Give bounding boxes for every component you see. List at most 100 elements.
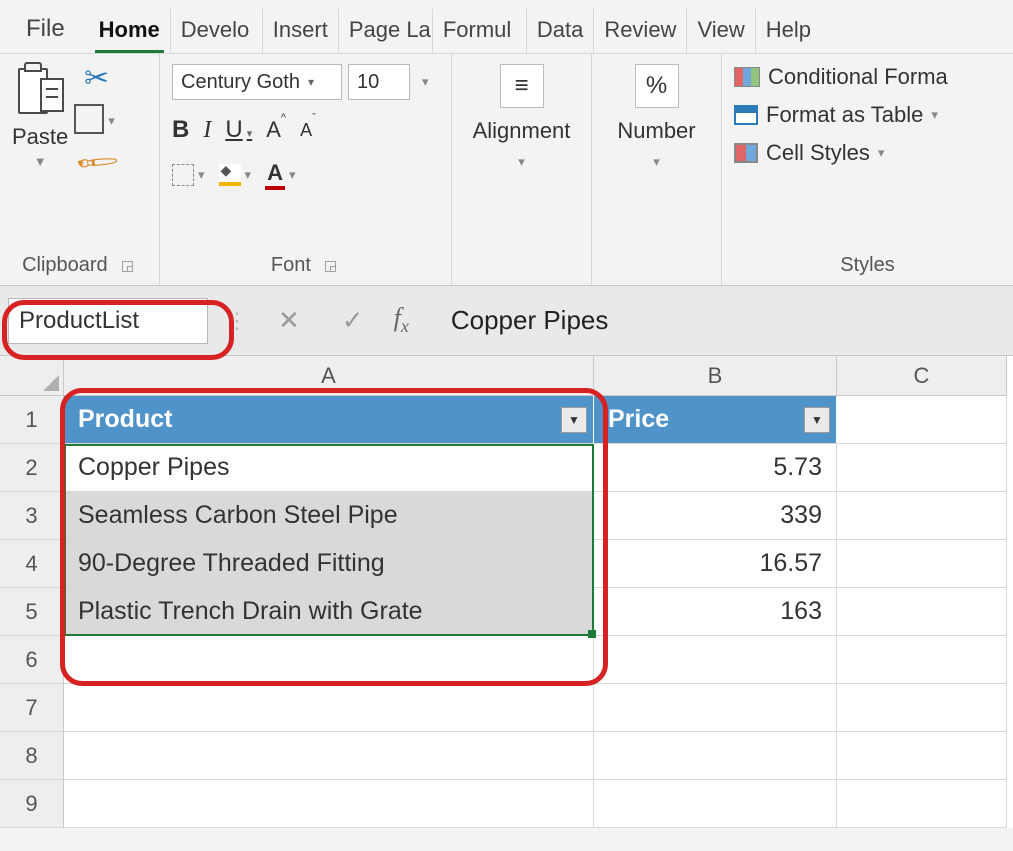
cell[interactable] — [64, 732, 594, 780]
cell[interactable]: 163 — [594, 588, 837, 636]
cell[interactable]: 339 — [594, 492, 837, 540]
fill-color-button[interactable]: ▾ — [219, 164, 252, 186]
font-size-combo[interactable]: 10 — [348, 64, 410, 100]
group-font: Century Goth▾ 10 ▾ B I U▾ A^ Aˇ ▾ ▾ A▾ F — [160, 54, 452, 285]
cell[interactable] — [64, 636, 594, 684]
font-color-icon: A — [265, 160, 285, 190]
number-format-icon[interactable]: % — [635, 64, 679, 108]
clipboard-launcher-icon[interactable]: ◲ — [118, 256, 137, 275]
cell[interactable] — [64, 780, 594, 828]
increase-font-icon[interactable]: A^ — [266, 117, 286, 143]
cell[interactable]: 90-Degree Threaded Fitting — [64, 540, 594, 588]
group-label-font: Font — [271, 254, 311, 277]
alignment-dropdown-icon[interactable]: ▾ — [518, 154, 525, 170]
paste-label: Paste — [12, 124, 68, 150]
cell[interactable]: Copper Pipes — [64, 444, 594, 492]
cancel-formula-icon[interactable]: ✕ — [266, 305, 312, 336]
cell[interactable] — [837, 396, 1007, 444]
select-all-corner[interactable] — [0, 356, 64, 396]
alignment-label: Alignment — [473, 118, 571, 144]
cell[interactable] — [64, 684, 594, 732]
tab-formulas[interactable]: Formul — [433, 9, 527, 53]
cell[interactable] — [837, 444, 1007, 492]
cell[interactable] — [594, 684, 837, 732]
bold-button[interactable]: B — [172, 116, 189, 144]
borders-icon — [172, 164, 194, 186]
cell[interactable] — [837, 780, 1007, 828]
row-header[interactable]: 8 — [0, 732, 64, 780]
table-header-price-label: Price — [608, 405, 669, 434]
tab-data[interactable]: Data — [527, 9, 594, 53]
format-as-table-button[interactable]: Format as Table▾ — [734, 102, 1001, 128]
paste-icon — [16, 64, 64, 120]
cut-icon[interactable]: ✂ — [84, 64, 109, 94]
cell[interactable] — [594, 780, 837, 828]
format-painter-icon[interactable]: 🖌 — [74, 140, 119, 184]
ribbon: Paste ▼ ✂ ▾ 🖌 Clipboard ◲ Century Goth▾ … — [0, 54, 1013, 286]
tab-review[interactable]: Review — [594, 9, 687, 53]
row-header[interactable]: 9 — [0, 780, 64, 828]
formula-content[interactable]: Copper Pipes — [427, 305, 609, 336]
spreadsheet: A B C 1 Product ▼ Price ▼ 2 Copper Pipes… — [0, 356, 1013, 828]
filter-icon[interactable]: ▼ — [804, 407, 830, 433]
column-header-b[interactable]: B — [594, 356, 837, 396]
cell[interactable] — [837, 540, 1007, 588]
font-color-button[interactable]: A▾ — [265, 160, 295, 190]
group-clipboard: Paste ▼ ✂ ▾ 🖌 Clipboard ◲ — [0, 54, 160, 285]
table-header-product[interactable]: Product ▼ — [64, 396, 594, 444]
italic-button[interactable]: I — [203, 117, 211, 144]
cell[interactable]: 16.57 — [594, 540, 837, 588]
tab-insert[interactable]: Insert — [263, 9, 339, 53]
row-header[interactable]: 3 — [0, 492, 64, 540]
format-as-table-label: Format as Table — [766, 102, 923, 128]
cell[interactable] — [837, 684, 1007, 732]
font-size-dropdown-icon[interactable]: ▾ — [416, 74, 435, 90]
font-launcher-icon[interactable]: ◲ — [321, 256, 340, 275]
cell[interactable] — [837, 588, 1007, 636]
table-header-price[interactable]: Price ▼ — [594, 396, 837, 444]
paste-dropdown-icon[interactable]: ▼ — [34, 154, 47, 169]
cell[interactable] — [837, 636, 1007, 684]
font-name-combo[interactable]: Century Goth▾ — [172, 64, 342, 100]
underline-button[interactable]: U▾ — [225, 116, 252, 144]
cell[interactable] — [594, 636, 837, 684]
tab-page-layout[interactable]: Page La — [339, 9, 433, 53]
fx-icon[interactable]: fx — [394, 303, 409, 337]
cell[interactable]: Plastic Trench Drain with Grate — [64, 588, 594, 636]
tab-help[interactable]: Help — [756, 9, 821, 53]
filter-icon[interactable]: ▼ — [561, 407, 587, 433]
row-header[interactable]: 4 — [0, 540, 64, 588]
conditional-formatting-button[interactable]: Conditional Forma — [734, 64, 1001, 90]
number-dropdown-icon[interactable]: ▾ — [653, 154, 660, 170]
cell[interactable]: Seamless Carbon Steel Pipe — [64, 492, 594, 540]
paste-button[interactable]: Paste ▼ — [12, 64, 68, 169]
format-as-table-icon — [734, 105, 758, 125]
tab-developer[interactable]: Develo — [171, 9, 263, 53]
copy-button[interactable]: ▾ — [78, 108, 115, 134]
font-name-value: Century Goth — [181, 71, 300, 94]
cell[interactable]: 5.73 — [594, 444, 837, 492]
row-header[interactable]: 5 — [0, 588, 64, 636]
alignment-icon[interactable]: ≡ — [500, 64, 544, 108]
column-header-c[interactable]: C — [837, 356, 1007, 396]
formula-bar: ⋮ ✕ ✓ fx Copper Pipes — [0, 286, 1013, 356]
row-header[interactable]: 1 — [0, 396, 64, 444]
tab-view[interactable]: View — [687, 9, 755, 53]
decrease-font-icon[interactable]: Aˇ — [300, 120, 316, 141]
accept-formula-icon[interactable]: ✓ — [330, 305, 376, 336]
column-header-a[interactable]: A — [64, 356, 594, 396]
tab-home[interactable]: Home — [89, 9, 171, 53]
cell[interactable] — [594, 732, 837, 780]
row-header[interactable]: 6 — [0, 636, 64, 684]
ribbon-tabs: File Home Develo Insert Page La Formul D… — [0, 0, 1013, 54]
cell[interactable] — [837, 732, 1007, 780]
row-header[interactable]: 2 — [0, 444, 64, 492]
name-box[interactable] — [8, 298, 208, 344]
row-header[interactable]: 7 — [0, 684, 64, 732]
number-label: Number — [617, 118, 695, 144]
cell-styles-button[interactable]: Cell Styles▾ — [734, 140, 1001, 166]
tab-file[interactable]: File — [20, 7, 89, 53]
cell[interactable] — [837, 492, 1007, 540]
cell-styles-label: Cell Styles — [766, 140, 870, 166]
borders-button[interactable]: ▾ — [172, 164, 205, 186]
